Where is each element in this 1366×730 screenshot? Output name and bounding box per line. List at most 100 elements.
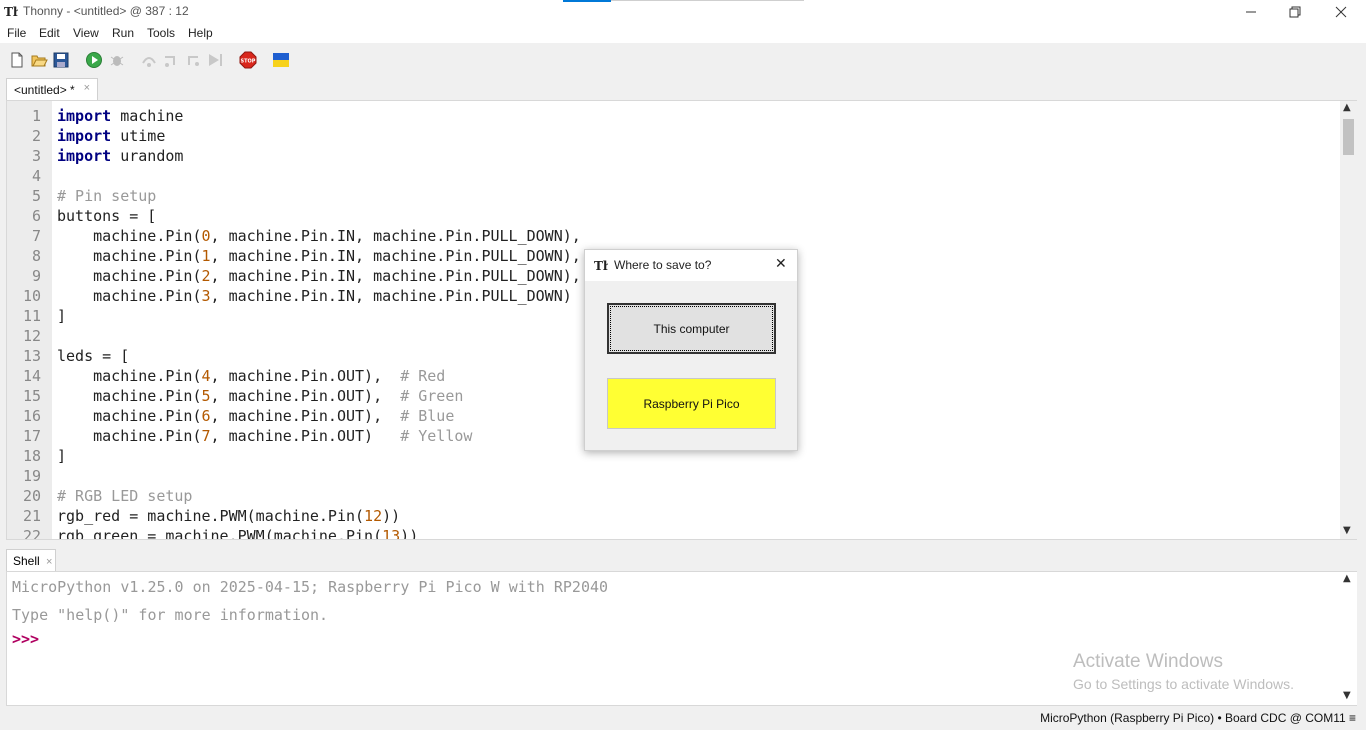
shell-scrollbar[interactable]: ▲ ▼: [1340, 572, 1357, 705]
code-line: machine.Pin(6, machine.Pin.OUT), # Blue: [57, 406, 454, 426]
code-line: machine.Pin(3, machine.Pin.IN, machine.P…: [57, 286, 572, 306]
code-text: machine.Pin(2, machine.Pin.IN, machine.P…: [57, 267, 581, 285]
code-text: utime: [111, 127, 166, 145]
shell-scroll-down-icon[interactable]: ▼: [1343, 690, 1351, 701]
code-line: buttons = [: [57, 206, 156, 226]
code-comment: # RGB LED setup: [57, 487, 193, 505]
line-number: 8: [31, 247, 41, 265]
line-number: 6: [31, 207, 41, 225]
number-literal: 3: [201, 287, 211, 305]
code-text: machine.Pin(6, machine.Pin.OUT),: [57, 407, 401, 425]
tab-shell[interactable]: Shell ×: [6, 549, 56, 571]
line-number: 16: [22, 407, 41, 425]
code-text: buttons = [: [57, 207, 157, 225]
step-out-icon[interactable]: [184, 51, 202, 69]
line-number: 13: [22, 347, 41, 365]
editor-scrollbar[interactable]: ▲ ▼: [1340, 101, 1357, 539]
toolbar: STOP: [0, 43, 1366, 77]
code-line: machine.Pin(7, machine.Pin.OUT) # Yellow: [57, 426, 472, 446]
tab-close-icon[interactable]: ×: [84, 82, 90, 94]
tab-untitled[interactable]: <untitled> * ×: [6, 78, 98, 100]
menu-bar: File Edit View Run Tools Help: [0, 24, 1366, 43]
number-literal: 0: [201, 227, 211, 245]
menu-help[interactable]: Help: [188, 26, 213, 40]
ukraine-flag-icon[interactable]: [272, 51, 290, 69]
code-line: machine.Pin(2, machine.Pin.IN, machine.P…: [57, 266, 581, 286]
interpreter-status[interactable]: MicroPython (Raspberry Pi Pico) • Board …: [1040, 711, 1356, 725]
code-line: ]: [57, 306, 66, 326]
line-number: 20: [22, 487, 41, 505]
close-icon: [1335, 6, 1347, 18]
window-title: Thonny - <untitled> @ 387 : 12: [23, 4, 189, 18]
activate-windows-subtitle: Go to Settings to activate Windows.: [1073, 676, 1294, 692]
menu-view[interactable]: View: [73, 26, 99, 40]
menu-file[interactable]: File: [7, 26, 26, 40]
stop-icon[interactable]: STOP: [239, 51, 257, 69]
title-bar: Th Thonny - <untitled> @ 387 : 12: [0, 0, 1366, 24]
menu-edit[interactable]: Edit: [39, 26, 60, 40]
save-location-dialog: Th Where to save to? ✕ This computer Ras…: [584, 249, 798, 451]
number-literal: 5: [201, 387, 211, 405]
title-accent: [563, 0, 611, 2]
code-text: machine.Pin(4, machine.Pin.OUT),: [57, 367, 401, 385]
svg-text:Th: Th: [4, 5, 18, 18]
code-line: machine.Pin(5, machine.Pin.OUT), # Green: [57, 386, 463, 406]
code-text: ]: [57, 447, 67, 465]
shell-help-line: Type "help()" for more information.: [12, 606, 329, 624]
line-number: 15: [22, 387, 41, 405]
this-computer-button[interactable]: This computer: [607, 303, 776, 354]
save-icon[interactable]: [52, 51, 70, 69]
dialog-close-icon[interactable]: ✕: [775, 256, 787, 272]
shell-tab-label: Shell: [13, 554, 40, 568]
shell-scroll-up-icon[interactable]: ▲: [1343, 573, 1351, 584]
code-line: machine.Pin(4, machine.Pin.OUT), # Red: [57, 366, 445, 386]
number-literal: 6: [201, 407, 211, 425]
editor-scroll-thumb[interactable]: [1343, 119, 1354, 155]
code-line: # Pin setup: [57, 186, 156, 206]
debug-icon[interactable]: [108, 51, 126, 69]
tab-label: <untitled> *: [14, 83, 75, 97]
line-number: 14: [22, 367, 41, 385]
number-literal: 1: [201, 247, 211, 265]
minimize-button[interactable]: [1228, 0, 1274, 24]
line-number: 1: [31, 107, 41, 125]
line-number: 18: [22, 447, 41, 465]
step-over-icon[interactable]: [140, 51, 158, 69]
code-comment: # Red: [400, 367, 446, 385]
code-line: machine.Pin(1, machine.Pin.IN, machine.P…: [57, 246, 581, 266]
restore-button[interactable]: [1272, 0, 1318, 24]
step-into-icon[interactable]: [162, 51, 180, 69]
keyword: import: [57, 107, 112, 125]
shell-tab-close-icon[interactable]: ×: [46, 556, 52, 568]
open-folder-icon[interactable]: [30, 51, 48, 69]
code-comment: # Blue: [400, 407, 455, 425]
code-line: rgb_red = machine.PWM(machine.Pin(12)): [57, 506, 400, 526]
keyword: import: [57, 147, 112, 165]
shell-version-line: MicroPython v1.25.0 on 2025-04-15; Raspb…: [12, 578, 609, 596]
code-comment: # Yellow: [400, 427, 473, 445]
code-text: machine.Pin(7, machine.Pin.OUT): [57, 427, 401, 445]
code-line: # RGB LED setup: [57, 486, 192, 506]
new-file-icon[interactable]: [8, 51, 26, 69]
close-window-button[interactable]: [1318, 0, 1364, 24]
line-number: 4: [31, 167, 41, 185]
menu-run[interactable]: Run: [112, 26, 134, 40]
raspberry-pi-pico-button[interactable]: Raspberry Pi Pico: [607, 378, 776, 429]
number-literal: 12: [364, 507, 383, 525]
code-line: rgb_green = machine.PWM(machine.Pin(13)): [57, 526, 418, 539]
line-number: 10: [22, 287, 41, 305]
code-text: machine: [111, 107, 184, 125]
code-text: ]: [57, 307, 67, 325]
line-number: 2: [31, 127, 41, 145]
keyword: import: [57, 127, 112, 145]
scroll-up-icon[interactable]: ▲: [1343, 102, 1351, 113]
line-number: 7: [31, 227, 41, 245]
activate-windows-title: Activate Windows: [1073, 651, 1223, 672]
minimize-icon: [1246, 11, 1256, 13]
code-text: machine.Pin(0, machine.Pin.IN, machine.P…: [57, 227, 581, 245]
run-icon[interactable]: [85, 51, 103, 69]
shell-prompt[interactable]: >>>: [12, 630, 39, 648]
scroll-down-icon[interactable]: ▼: [1343, 525, 1351, 536]
menu-tools[interactable]: Tools: [147, 26, 175, 40]
resume-icon[interactable]: [206, 51, 224, 69]
